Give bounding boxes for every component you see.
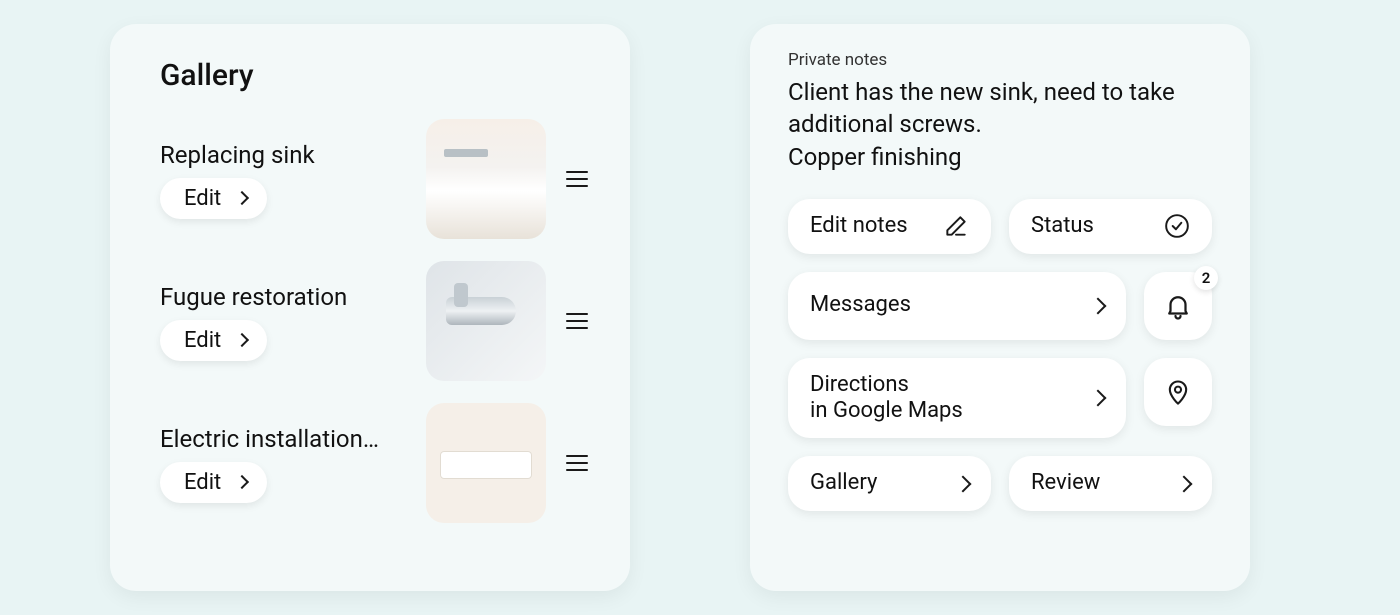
chevron-right-icon [1176, 475, 1193, 492]
chevron-right-icon [235, 191, 249, 205]
directions-label: Directions in Google Maps [810, 372, 963, 425]
messages-label: Messages [810, 292, 911, 318]
gallery-button[interactable]: Gallery [788, 456, 991, 510]
gallery-card: Gallery Replacing sink Edit Fugue restor… [110, 24, 630, 591]
edit-button-label: Edit [184, 186, 221, 211]
status-label: Status [1031, 213, 1094, 239]
chevron-right-icon [235, 333, 249, 347]
gallery-item-title: Fugue restoration [160, 282, 380, 312]
gallery-title: Gallery [160, 58, 590, 93]
review-button[interactable]: Review [1009, 456, 1212, 510]
gallery-item-info: Fugue restoration Edit [160, 282, 408, 361]
notifications-button[interactable]: 2 [1144, 272, 1212, 340]
gallery-item-info: Replacing sink Edit [160, 140, 408, 219]
location-button[interactable] [1144, 358, 1212, 426]
edit-icon [943, 213, 969, 239]
edit-button-label: Edit [184, 470, 221, 495]
bell-icon [1163, 291, 1193, 321]
chevron-right-icon [1090, 389, 1107, 406]
edit-button-label: Edit [184, 328, 221, 353]
gallery-thumbnail[interactable] [426, 261, 546, 381]
chevron-right-icon [1090, 297, 1107, 314]
gallery-item-title: Replacing sink [160, 140, 380, 170]
check-circle-icon [1164, 213, 1190, 239]
gallery-item: Fugue restoration Edit [160, 261, 590, 381]
edit-button[interactable]: Edit [160, 462, 267, 503]
chevron-right-icon [235, 475, 249, 489]
drag-handle-icon[interactable] [564, 455, 590, 471]
chevron-right-icon [955, 475, 972, 492]
gallery-item-title: Electric installation… [160, 424, 380, 454]
gallery-item-info: Electric installation… Edit [160, 424, 408, 503]
map-pin-icon [1164, 375, 1192, 409]
notes-card: Private notes Client has the new sink, n… [750, 24, 1250, 591]
gallery-item: Electric installation… Edit [160, 403, 590, 523]
edit-notes-button[interactable]: Edit notes [788, 199, 991, 253]
notes-body: Client has the new sink, need to take ad… [788, 76, 1212, 173]
review-button-label: Review [1031, 470, 1100, 496]
drag-handle-icon[interactable] [564, 313, 590, 329]
status-button[interactable]: Status [1009, 199, 1212, 253]
gallery-thumbnail[interactable] [426, 403, 546, 523]
gallery-thumbnail[interactable] [426, 119, 546, 239]
notification-badge: 2 [1194, 266, 1218, 290]
directions-button[interactable]: Directions in Google Maps [788, 358, 1126, 439]
drag-handle-icon[interactable] [564, 171, 590, 187]
gallery-item: Replacing sink Edit [160, 119, 590, 239]
edit-button[interactable]: Edit [160, 320, 267, 361]
edit-button[interactable]: Edit [160, 178, 267, 219]
gallery-button-label: Gallery [810, 470, 877, 496]
edit-notes-label: Edit notes [810, 213, 908, 239]
messages-button[interactable]: Messages [788, 272, 1126, 340]
notes-section-label: Private notes [788, 50, 1212, 70]
gallery-list: Replacing sink Edit Fugue restoration Ed… [160, 119, 590, 523]
